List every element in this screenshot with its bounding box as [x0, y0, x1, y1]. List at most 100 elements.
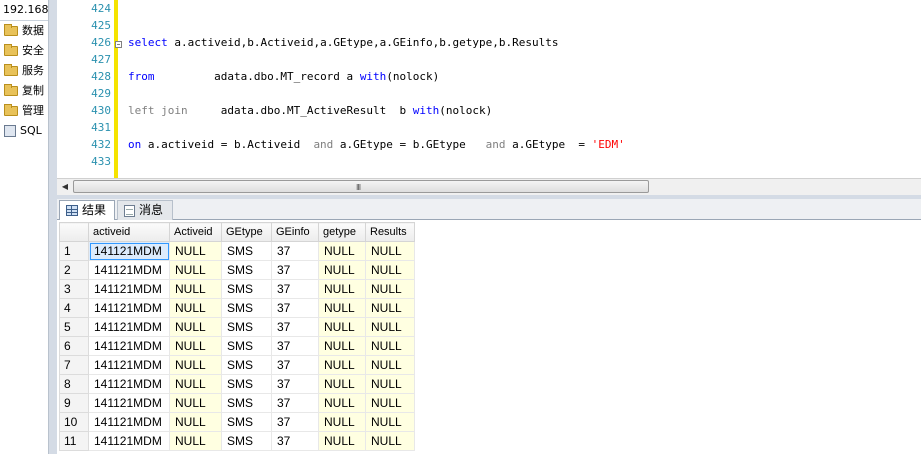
table-cell[interactable]: NULL — [365, 298, 415, 318]
code-line[interactable] — [128, 85, 625, 102]
server-node[interactable]: 192.168 — [0, 0, 48, 21]
table-cell[interactable]: NULL — [365, 412, 415, 432]
column-header[interactable]: getype — [318, 222, 366, 242]
code-line[interactable] — [128, 51, 625, 68]
table-cell[interactable]: NULL — [169, 431, 222, 451]
code-line[interactable]: on a.activeid = b.Activeid and a.GEtype … — [128, 136, 625, 153]
code-line[interactable]: left join adata.dbo.MT_ActiveResult b wi… — [128, 102, 625, 119]
table-row[interactable]: 7 141121MDM NULL SMS 37 NULL NULL — [59, 355, 415, 375]
table-cell[interactable]: SMS — [221, 241, 272, 261]
scroll-left-arrow-icon[interactable]: ◀ — [57, 179, 73, 195]
table-cell[interactable]: SMS — [221, 355, 272, 375]
table-cell[interactable]: 141121MDM — [88, 412, 170, 432]
code-line[interactable] — [128, 17, 625, 34]
table-cell[interactable]: NULL — [365, 431, 415, 451]
table-cell[interactable]: 141121MDM — [88, 355, 170, 375]
table-cell[interactable]: SMS — [221, 393, 272, 413]
table-row[interactable]: 2 141121MDM NULL SMS 37 NULL NULL — [59, 260, 415, 280]
table-cell[interactable]: NULL — [365, 374, 415, 394]
table-cell[interactable]: 141121MDM — [88, 317, 170, 337]
table-cell[interactable]: NULL — [318, 260, 366, 280]
explorer-node[interactable]: 服务 — [0, 61, 48, 81]
row-number[interactable]: 8 — [59, 374, 89, 394]
table-cell[interactable]: NULL — [365, 355, 415, 375]
table-cell[interactable]: NULL — [169, 412, 222, 432]
table-cell[interactable]: SMS — [221, 412, 272, 432]
query-editor[interactable]: 424 425 426 427 428 429 430 431 432 433 select a.… — [57, 0, 921, 178]
code-line[interactable] — [128, 0, 625, 17]
column-header[interactable]: GEtype — [221, 222, 272, 242]
grid-corner[interactable] — [59, 222, 89, 242]
table-row[interactable]: 10 141121MDM NULL SMS 37 NULL NULL — [59, 412, 415, 432]
table-cell[interactable]: NULL — [169, 317, 222, 337]
table-cell[interactable]: 37 — [271, 260, 319, 280]
table-cell[interactable]: 37 — [271, 336, 319, 356]
column-header[interactable]: activeid — [88, 222, 170, 242]
table-row[interactable]: 3 141121MDM NULL SMS 37 NULL NULL — [59, 279, 415, 299]
table-cell[interactable]: 37 — [271, 431, 319, 451]
table-cell[interactable]: NULL — [318, 241, 366, 261]
tab-results[interactable]: 结果 — [59, 200, 115, 220]
collapse-icon[interactable] — [115, 41, 122, 48]
code-line[interactable]: from adata.dbo.MT_record a with(nolock) — [128, 68, 625, 85]
explorer-node[interactable]: 数据 — [0, 21, 48, 41]
explorer-node[interactable]: 管理 — [0, 101, 48, 121]
row-number[interactable]: 5 — [59, 317, 89, 337]
table-cell[interactable]: NULL — [169, 298, 222, 318]
table-cell[interactable]: 37 — [271, 317, 319, 337]
table-cell[interactable]: NULL — [318, 279, 366, 299]
table-cell[interactable]: NULL — [169, 393, 222, 413]
table-cell[interactable]: NULL — [365, 393, 415, 413]
table-cell[interactable]: 37 — [271, 374, 319, 394]
column-header[interactable]: GEinfo — [271, 222, 319, 242]
table-cell[interactable]: NULL — [318, 431, 366, 451]
row-number[interactable]: 4 — [59, 298, 89, 318]
table-cell[interactable]: NULL — [365, 317, 415, 337]
scrollbar-thumb[interactable]: III — [73, 180, 649, 193]
table-cell[interactable]: 141121MDM — [88, 431, 170, 451]
table-cell[interactable]: 141121MDM — [88, 260, 170, 280]
table-cell[interactable]: NULL — [318, 355, 366, 375]
table-cell[interactable]: SMS — [221, 260, 272, 280]
table-cell[interactable]: NULL — [365, 260, 415, 280]
table-cell[interactable]: SMS — [221, 298, 272, 318]
table-row[interactable]: 4 141121MDM NULL SMS 37 NULL NULL — [59, 298, 415, 318]
table-cell[interactable]: NULL — [365, 279, 415, 299]
table-row[interactable]: 5 141121MDM NULL SMS 37 NULL NULL — [59, 317, 415, 337]
table-cell[interactable]: SMS — [221, 279, 272, 299]
row-number[interactable]: 6 — [59, 336, 89, 356]
table-row[interactable]: 11 141121MDM NULL SMS 37 NULL NULL — [59, 431, 415, 451]
explorer-node[interactable]: SQL — [0, 121, 48, 141]
row-number[interactable]: 10 — [59, 412, 89, 432]
code-line[interactable]: select a.activeid,b.Activeid,a.GEtype,a.… — [128, 34, 625, 51]
table-cell[interactable]: 37 — [271, 355, 319, 375]
table-cell[interactable]: NULL — [169, 260, 222, 280]
table-cell[interactable]: NULL — [318, 336, 366, 356]
table-cell[interactable]: 37 — [271, 241, 319, 261]
table-cell[interactable]: 141121MDM — [88, 241, 170, 261]
table-cell[interactable]: NULL — [318, 393, 366, 413]
table-cell[interactable]: NULL — [318, 317, 366, 337]
table-cell[interactable]: NULL — [169, 355, 222, 375]
explorer-node[interactable]: 安全 — [0, 41, 48, 61]
table-cell[interactable]: 37 — [271, 298, 319, 318]
table-row[interactable]: 6 141121MDM NULL SMS 37 NULL NULL — [59, 336, 415, 356]
table-cell[interactable]: 37 — [271, 279, 319, 299]
table-cell[interactable]: SMS — [221, 336, 272, 356]
row-number[interactable]: 1 — [59, 241, 89, 261]
table-cell[interactable]: NULL — [169, 279, 222, 299]
row-number[interactable]: 7 — [59, 355, 89, 375]
table-cell[interactable]: NULL — [169, 374, 222, 394]
table-cell[interactable]: NULL — [318, 374, 366, 394]
row-number[interactable]: 11 — [59, 431, 89, 451]
table-cell[interactable]: 37 — [271, 393, 319, 413]
table-cell[interactable]: NULL — [318, 412, 366, 432]
table-row[interactable]: 1 141121MDM NULL SMS 37 NULL NULL — [59, 241, 415, 261]
results-grid[interactable]: activeid Activeid GEtype GEinfo getype Result… — [57, 220, 921, 454]
table-cell[interactable]: NULL — [169, 336, 222, 356]
explorer-node[interactable]: 复制 — [0, 81, 48, 101]
table-cell[interactable]: NULL — [365, 241, 415, 261]
column-header[interactable]: Activeid — [169, 222, 222, 242]
column-header[interactable]: Results — [365, 222, 415, 242]
row-number[interactable]: 3 — [59, 279, 89, 299]
